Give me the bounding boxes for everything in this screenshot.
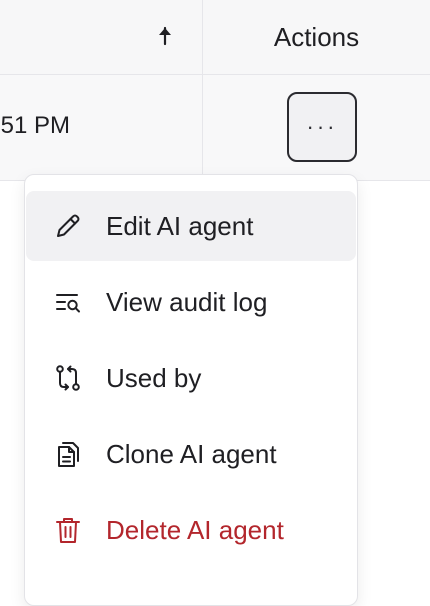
menu-item-clone-ai-agent[interactable]: Clone AI agent <box>26 419 356 489</box>
menu-item-view-audit-log[interactable]: View audit log <box>26 267 356 337</box>
column-divider <box>202 75 203 180</box>
pencil-icon <box>52 210 84 242</box>
sort-ascending-icon[interactable] <box>156 26 174 46</box>
menu-item-delete-ai-agent[interactable]: Delete AI agent <box>26 495 356 565</box>
menu-item-label: View audit log <box>106 286 268 317</box>
actions-column-header: Actions <box>273 21 360 52</box>
menu-item-edit-ai-agent[interactable]: Edit AI agent <box>26 191 356 261</box>
menu-item-label: Used by <box>106 362 202 393</box>
menu-item-label: Clone AI agent <box>106 438 277 469</box>
more-actions-button[interactable]: ··· <box>287 92 357 162</box>
trash-icon <box>52 514 84 546</box>
menu-item-used-by[interactable]: Used by <box>26 343 356 413</box>
clone-icon <box>52 438 84 470</box>
time-cell: :51 PM <box>0 112 71 139</box>
menu-item-label: Delete AI agent <box>106 514 284 545</box>
menu-item-label: Edit AI agent <box>106 210 254 241</box>
used-by-icon <box>52 362 84 394</box>
actions-dropdown-menu: Edit AI agent View audit log Used by Clo… <box>24 174 358 606</box>
audit-log-icon <box>52 286 84 318</box>
